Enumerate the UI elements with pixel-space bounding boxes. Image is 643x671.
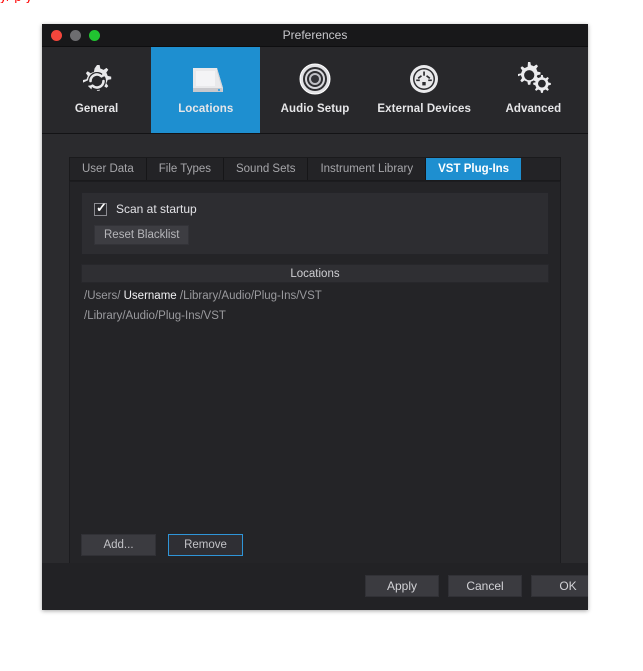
- path-suffix: /Library/Audio/Plug-Ins/VST: [176, 290, 322, 302]
- window-title: Preferences: [282, 28, 348, 42]
- toolbar-label-advanced: Advanced: [505, 103, 562, 115]
- toolbar-item-locations[interactable]: Locations: [151, 47, 261, 133]
- preferences-window: Preferences General Locations Audio Setu…: [42, 24, 588, 610]
- path-prefix: /Library/Audio/Plug-Ins/VST: [84, 310, 226, 322]
- toolbar-item-external-devices[interactable]: External Devices: [370, 47, 479, 133]
- window-titlebar: Preferences: [42, 24, 588, 47]
- locations-column-header: Locations: [81, 264, 549, 283]
- preferences-body: User Data File Types Sound Sets Instrume…: [42, 134, 588, 610]
- scan-at-startup-checkbox-row[interactable]: ✓ Scan at startup: [94, 199, 197, 216]
- table-row[interactable]: /Users/ Username /Library/Audio/Plug-Ins…: [81, 286, 549, 306]
- scan-at-startup-label: Scan at startup: [116, 202, 197, 216]
- toolbar-label-locations: Locations: [178, 103, 234, 115]
- toolbar-label-external-devices: External Devices: [377, 103, 472, 115]
- locations-rows: /Users/ Username /Library/Audio/Plug-Ins…: [81, 283, 549, 326]
- scan-at-startup-checkbox[interactable]: ✓: [94, 199, 107, 216]
- add-location-button[interactable]: Add...: [81, 534, 156, 556]
- tab-vst-plug-ins[interactable]: VST Plug-Ins: [426, 158, 522, 180]
- toolbar-item-advanced[interactable]: Advanced: [479, 47, 588, 133]
- gear-refresh-icon: [77, 55, 117, 101]
- toolbar-label-audio-setup: Audio Setup: [280, 103, 350, 115]
- tab-instrument-library[interactable]: Instrument Library: [308, 158, 427, 180]
- checkmark-icon: ✓: [96, 199, 107, 215]
- toolbar-label-general: General: [74, 103, 119, 115]
- tab-sound-sets[interactable]: Sound Sets: [224, 158, 309, 180]
- reset-blacklist-button[interactable]: Reset Blacklist: [94, 225, 190, 245]
- locations-listbox[interactable]: Locations /Users/ Username /Library/Audi…: [81, 264, 549, 526]
- remove-location-button[interactable]: Remove: [168, 534, 243, 556]
- midi-din-port-icon: [404, 55, 444, 101]
- double-gear-icon: [511, 55, 555, 101]
- path-username: Username: [123, 290, 177, 302]
- vst-plugins-panel: ✓ Scan at startup Reset Blacklist Locati…: [69, 181, 561, 575]
- apply-button[interactable]: Apply: [365, 575, 439, 597]
- cancel-button[interactable]: Cancel: [448, 575, 522, 597]
- dialog-footer: Apply Cancel OK: [42, 563, 588, 610]
- tab-user-data[interactable]: User Data: [70, 158, 147, 180]
- preferences-toolbar: General Locations Audio Setup External D…: [42, 47, 588, 134]
- path-prefix: /Users/: [84, 290, 124, 302]
- toolbar-item-general[interactable]: General: [42, 47, 151, 133]
- hard-drive-icon: [184, 55, 228, 101]
- speaker-icon: [295, 55, 335, 101]
- locations-tabstrip: User Data File Types Sound Sets Instrume…: [69, 157, 561, 181]
- ok-button[interactable]: OK: [531, 575, 588, 597]
- vst-options-group: ✓ Scan at startup Reset Blacklist: [81, 192, 549, 255]
- clipped-top-annotation: y/ p y: [0, 0, 643, 3]
- tab-file-types[interactable]: File Types: [147, 158, 224, 180]
- table-row[interactable]: /Library/Audio/Plug-Ins/VST: [81, 306, 549, 326]
- toolbar-item-audio-setup[interactable]: Audio Setup: [260, 47, 369, 133]
